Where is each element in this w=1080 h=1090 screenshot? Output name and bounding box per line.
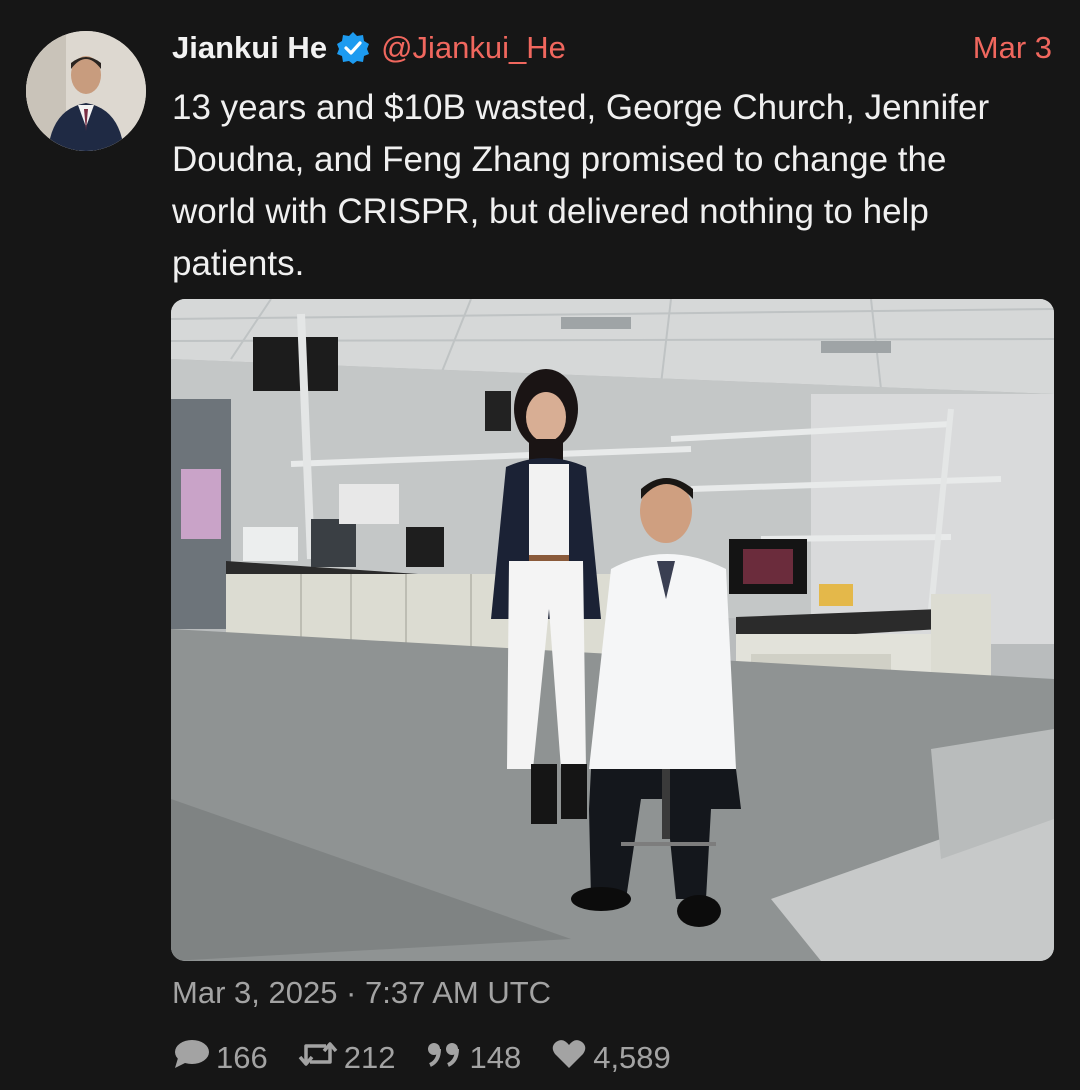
- quote-button[interactable]: 148: [425, 1037, 521, 1079]
- like-button[interactable]: 4,589: [551, 1037, 671, 1079]
- verified-badge-icon: [335, 30, 371, 66]
- like-count: 4,589: [593, 1040, 671, 1075]
- reply-count: 166: [216, 1040, 268, 1075]
- reply-button[interactable]: 166: [172, 1037, 268, 1079]
- tweet-photo[interactable]: [171, 299, 1054, 961]
- handle[interactable]: @Jiankui_He: [381, 30, 566, 66]
- tweet-header: Jiankui He @Jiankui_He Mar 3: [172, 26, 1052, 70]
- tweet-text: 13 years and $10B wasted, George Church,…: [172, 88, 990, 283]
- quote-count: 148: [469, 1040, 522, 1075]
- retweet-button[interactable]: 212: [298, 1037, 396, 1079]
- tweet-stats: 166 212 148 4,589: [172, 1036, 701, 1080]
- retweet-count: 212: [343, 1040, 396, 1075]
- tweet-timestamp[interactable]: Mar 3, 2025 · 7:37 AM UTC: [172, 975, 551, 1011]
- display-name[interactable]: Jiankui He: [172, 30, 327, 66]
- quote-icon: [425, 1037, 469, 1079]
- comment-icon: [172, 1037, 216, 1079]
- retweet-icon: [298, 1037, 344, 1079]
- tweet-date-link[interactable]: Mar 3: [973, 30, 1052, 66]
- heart-icon: [551, 1037, 593, 1079]
- avatar[interactable]: [26, 31, 146, 151]
- tweet: Jiankui He @Jiankui_He Mar 3 13 years an…: [0, 0, 1080, 1090]
